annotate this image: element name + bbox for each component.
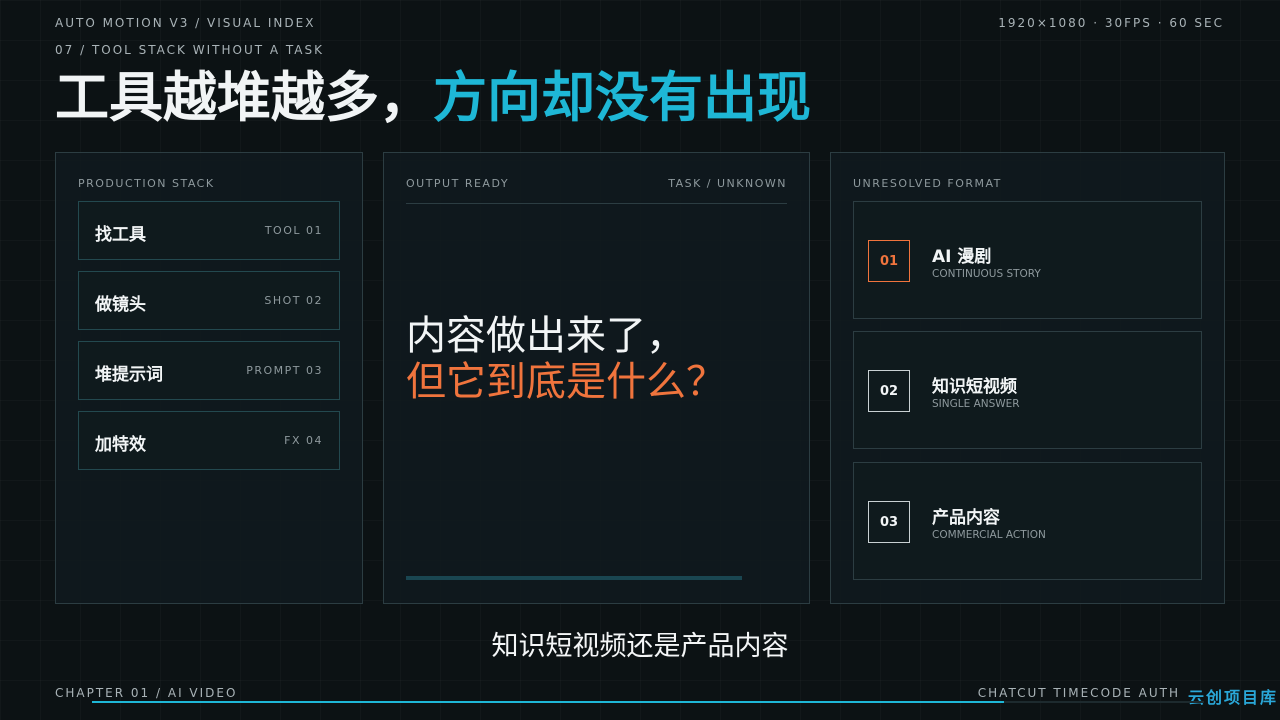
format-subtitle: SINGLE ANSWER xyxy=(932,398,1020,410)
stack-item-code: FX 04 xyxy=(284,434,323,447)
output-line-2: 但它到底是什么？ xyxy=(406,359,726,405)
format-number: 02 xyxy=(868,370,910,412)
stack-item-shot: 做镜头 SHOT 02 xyxy=(78,271,340,330)
page-title: 工具越堆越多，方向却没有出现 xyxy=(55,62,811,134)
stack-item-prompt: 堆提示词 PROMPT 03 xyxy=(78,341,340,400)
stack-item-tool: 找工具 TOOL 01 xyxy=(78,201,340,260)
format-title: AI 漫剧 xyxy=(932,247,992,267)
stack-item-code: PROMPT 03 xyxy=(246,364,323,377)
format-item-knowledge-video: 02 知识短视频 SINGLE ANSWER xyxy=(853,331,1202,449)
unresolved-format-panel: UNRESOLVED FORMAT 01 AI 漫剧 CONTINUOUS ST… xyxy=(830,152,1225,604)
output-panel: OUTPUT READY TASK / UNKNOWN 内容做出来了， 但它到底… xyxy=(383,152,810,604)
format-number: 01 xyxy=(868,240,910,282)
stack-item-name: 找工具 xyxy=(95,225,146,245)
output-progress-bar xyxy=(406,576,742,580)
stack-item-code: TOOL 01 xyxy=(264,224,323,237)
caption-subtitle: 知识短视频还是产品内容 xyxy=(491,631,789,662)
format-number: 03 xyxy=(868,501,910,543)
video-specs: 1920×1080 · 30FPS · 60 SEC xyxy=(998,16,1224,30)
stack-item-fx: 加特效 FX 04 xyxy=(78,411,340,470)
headline-part-b: 方向却没有出现 xyxy=(433,66,811,129)
stack-item-name: 堆提示词 xyxy=(95,365,163,385)
format-subtitle: COMMERCIAL ACTION xyxy=(932,529,1046,541)
stack-item-name: 做镜头 xyxy=(95,295,146,315)
output-question: 内容做出来了， 但它到底是什么？ xyxy=(406,313,736,405)
timeline-progress-track xyxy=(92,701,1204,703)
chapter-label: CHAPTER 01 / AI VIDEO xyxy=(55,686,238,700)
task-status-label: TASK / UNKNOWN xyxy=(668,177,787,190)
headline-part-a: 工具越堆越多， xyxy=(55,66,433,129)
series-label: AUTO MOTION V3 / VISUAL INDEX xyxy=(55,16,316,30)
watermark-logo: 云创项目库 xyxy=(1187,688,1278,707)
timeline-progress-fill xyxy=(92,701,1004,703)
divider xyxy=(406,203,787,204)
format-title: 知识短视频 xyxy=(932,377,1017,397)
format-item-product-content: 03 产品内容 COMMERCIAL ACTION xyxy=(853,462,1202,580)
format-item-ai-drama: 01 AI 漫剧 CONTINUOUS STORY xyxy=(853,201,1202,319)
production-stack-panel: PRODUCTION STACK 找工具 TOOL 01 做镜头 SHOT 02… xyxy=(55,152,363,604)
stack-item-name: 加特效 xyxy=(95,435,146,455)
production-stack-label: PRODUCTION STACK xyxy=(78,177,215,190)
format-subtitle: CONTINUOUS STORY xyxy=(932,268,1041,280)
output-line-1: 内容做出来了， xyxy=(406,313,686,359)
stack-item-code: SHOT 02 xyxy=(264,294,323,307)
unresolved-format-label: UNRESOLVED FORMAT xyxy=(853,177,1002,190)
output-ready-label: OUTPUT READY xyxy=(406,177,510,190)
section-label: 07 / TOOL STACK WITHOUT A TASK xyxy=(55,43,324,57)
credit-label: CHATCUT TIMECODE AUTH xyxy=(977,686,1180,700)
format-title: 产品内容 xyxy=(932,508,1000,528)
